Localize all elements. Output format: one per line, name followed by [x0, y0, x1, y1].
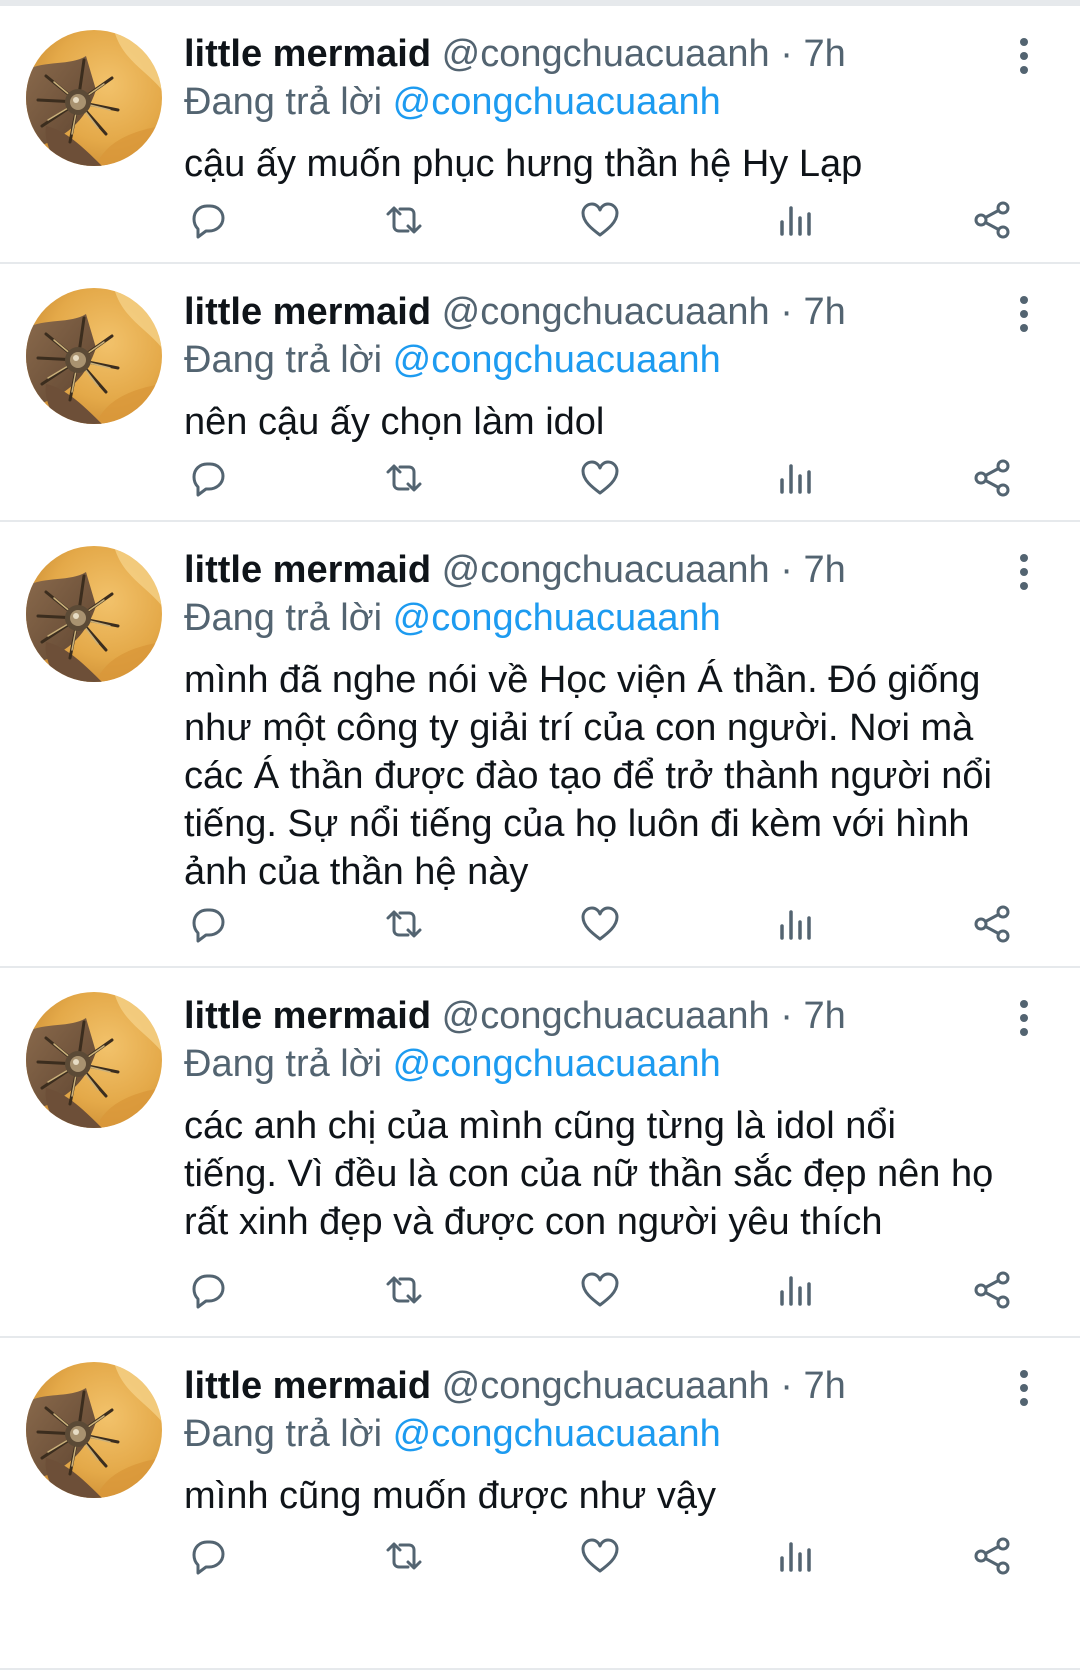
- timestamp[interactable]: 7h: [803, 549, 845, 591]
- share-icon[interactable]: [970, 902, 1014, 946]
- mention-link[interactable]: @congchuacuaanh: [393, 81, 721, 123]
- replying-to: Đang trả lời @congchuacuaanh: [184, 1410, 721, 1458]
- tweet-text: mình đã nghe nói về Học viện Á thần. Đó …: [184, 659, 993, 893]
- share-icon[interactable]: [970, 456, 1014, 500]
- heart-icon[interactable]: [578, 198, 622, 242]
- replying-to-label: Đang trả lời: [184, 597, 383, 639]
- author-handle[interactable]: @congchuacuaanh: [442, 995, 770, 1037]
- analytics-icon[interactable]: [774, 1268, 818, 1312]
- timestamp[interactable]: 7h: [803, 33, 845, 75]
- reply-icon[interactable]: [186, 1268, 230, 1312]
- more-vertical-icon[interactable]: [1010, 552, 1038, 592]
- timestamp[interactable]: 7h: [803, 1365, 845, 1407]
- tweet-header: little mermaid @congchuacuaanh · 7h: [184, 546, 846, 594]
- separator-dot: ·: [780, 549, 793, 591]
- replying-to: Đang trả lời @congchuacuaanh: [184, 336, 721, 384]
- analytics-icon[interactable]: [774, 902, 818, 946]
- tweet-text: cậu ấy muốn phục hưng thần hệ Hy Lạp: [184, 143, 863, 185]
- separator-dot: ·: [780, 33, 793, 75]
- replying-to-label: Đang trả lời: [184, 339, 383, 381]
- replying-to: Đang trả lời @congchuacuaanh: [184, 78, 721, 126]
- avatar[interactable]: [26, 30, 162, 166]
- replying-to-label: Đang trả lời: [184, 1043, 383, 1085]
- avatar[interactable]: [26, 1362, 162, 1498]
- mention-link[interactable]: @congchuacuaanh: [393, 339, 721, 381]
- retweet-icon[interactable]: [382, 902, 426, 946]
- analytics-icon[interactable]: [774, 198, 818, 242]
- retweet-icon[interactable]: [382, 1534, 426, 1578]
- tweet-text: nên cậu ấy chọn làm idol: [184, 401, 605, 443]
- tweet[interactable]: little mermaid @congchuacuaanh · 7h Đang…: [0, 6, 1080, 264]
- author-handle[interactable]: @congchuacuaanh: [442, 291, 770, 333]
- tweet-text: mình cũng muốn được như vậy: [184, 1475, 717, 1517]
- share-icon[interactable]: [970, 1534, 1014, 1578]
- tweet-text: các anh chị của mình cũng từng là idol n…: [184, 1105, 994, 1243]
- mention-link[interactable]: @congchuacuaanh: [393, 1043, 721, 1085]
- author-name[interactable]: little mermaid: [184, 995, 431, 1037]
- retweet-icon[interactable]: [382, 456, 426, 500]
- avatar[interactable]: [26, 288, 162, 424]
- avatar[interactable]: [26, 992, 162, 1128]
- reply-icon[interactable]: [186, 198, 230, 242]
- tweet[interactable]: little mermaid @congchuacuaanh · 7h Đang…: [0, 264, 1080, 522]
- reply-icon[interactable]: [186, 902, 230, 946]
- heart-icon[interactable]: [578, 1268, 622, 1312]
- separator-dot: ·: [780, 1365, 793, 1407]
- replying-to-label: Đang trả lời: [184, 81, 383, 123]
- analytics-icon[interactable]: [774, 456, 818, 500]
- action-bar: [184, 198, 1044, 246]
- share-icon[interactable]: [970, 198, 1014, 242]
- avatar[interactable]: [26, 546, 162, 682]
- more-vertical-icon[interactable]: [1010, 294, 1038, 334]
- separator-dot: ·: [780, 995, 793, 1037]
- author-handle[interactable]: @congchuacuaanh: [442, 549, 770, 591]
- tweet[interactable]: little mermaid @congchuacuaanh · 7h Đang…: [0, 968, 1080, 1338]
- retweet-icon[interactable]: [382, 1268, 426, 1312]
- heart-icon[interactable]: [578, 456, 622, 500]
- reply-icon[interactable]: [186, 1534, 230, 1578]
- reply-icon[interactable]: [186, 456, 230, 500]
- tweet-header: little mermaid @congchuacuaanh · 7h: [184, 288, 846, 336]
- timestamp[interactable]: 7h: [803, 291, 845, 333]
- action-bar: [184, 456, 1044, 504]
- more-vertical-icon[interactable]: [1010, 1368, 1038, 1408]
- tweet-header: little mermaid @congchuacuaanh · 7h: [184, 30, 846, 78]
- separator-dot: ·: [780, 291, 793, 333]
- author-handle[interactable]: @congchuacuaanh: [442, 33, 770, 75]
- more-vertical-icon[interactable]: [1010, 998, 1038, 1038]
- action-bar: [184, 1534, 1044, 1582]
- replying-to: Đang trả lời @congchuacuaanh: [184, 1040, 721, 1088]
- timestamp[interactable]: 7h: [803, 995, 845, 1037]
- author-name[interactable]: little mermaid: [184, 1365, 431, 1407]
- action-bar: [184, 1268, 1044, 1316]
- tweet-header: little mermaid @congchuacuaanh · 7h: [184, 1362, 846, 1410]
- mention-link[interactable]: @congchuacuaanh: [393, 1413, 721, 1455]
- replying-to: Đang trả lời @congchuacuaanh: [184, 594, 721, 642]
- author-handle[interactable]: @congchuacuaanh: [442, 1365, 770, 1407]
- author-name[interactable]: little mermaid: [184, 291, 431, 333]
- tweet[interactable]: little mermaid @congchuacuaanh · 7h Đang…: [0, 522, 1080, 968]
- retweet-icon[interactable]: [382, 198, 426, 242]
- share-icon[interactable]: [970, 1268, 1014, 1312]
- tweet-header: little mermaid @congchuacuaanh · 7h: [184, 992, 846, 1040]
- replying-to-label: Đang trả lời: [184, 1413, 383, 1455]
- author-name[interactable]: little mermaid: [184, 33, 431, 75]
- analytics-icon[interactable]: [774, 1534, 818, 1578]
- action-bar: [184, 902, 1044, 950]
- author-name[interactable]: little mermaid: [184, 549, 431, 591]
- heart-icon[interactable]: [578, 1534, 622, 1578]
- mention-link[interactable]: @congchuacuaanh: [393, 597, 721, 639]
- heart-icon[interactable]: [578, 902, 622, 946]
- tweet[interactable]: little mermaid @congchuacuaanh · 7h Đang…: [0, 1338, 1080, 1670]
- more-vertical-icon[interactable]: [1010, 36, 1038, 76]
